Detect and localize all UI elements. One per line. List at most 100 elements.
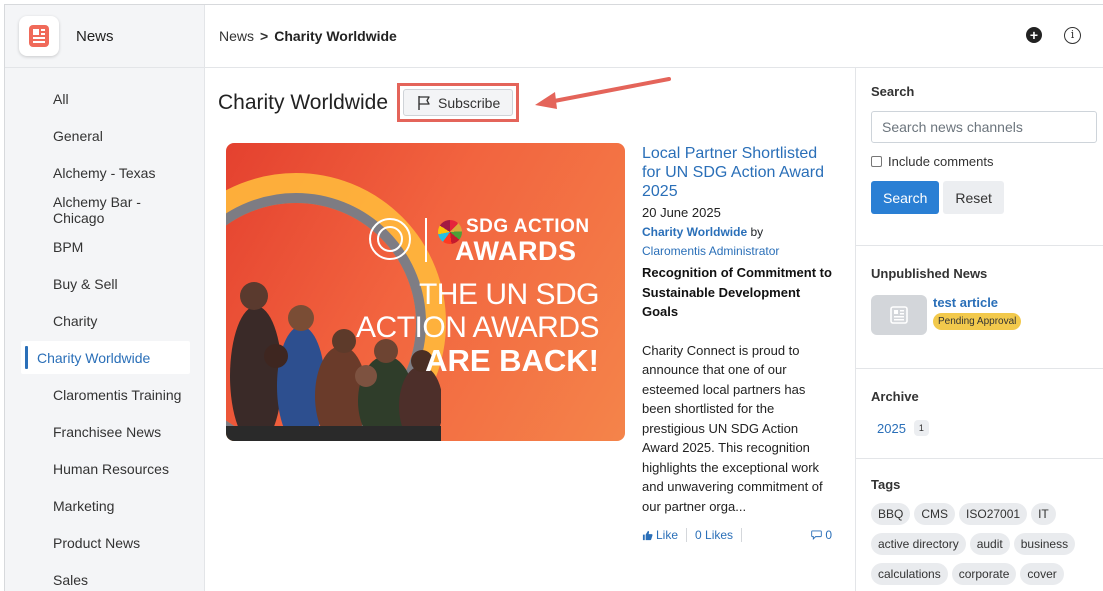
sidebar-item-product-news[interactable]: Product News xyxy=(21,524,190,561)
tag-cover[interactable]: cover xyxy=(1020,563,1064,585)
archive-item: 2025 1 xyxy=(871,420,1103,436)
tag-calculations[interactable]: calculations xyxy=(871,563,948,585)
comments-button[interactable]: 0 xyxy=(811,528,832,542)
sidebar-item-marketing[interactable]: Marketing xyxy=(21,487,190,524)
sidebar-item-general[interactable]: General xyxy=(21,117,190,154)
tag-corporate[interactable]: corporate xyxy=(951,563,1017,585)
sidebar-item-human-resources[interactable]: Human Resources xyxy=(21,450,190,487)
tag-list: BBQ CMS ISO27001 IT active directory aud… xyxy=(871,503,1096,585)
archive-title: Archive xyxy=(871,389,919,404)
news-app-icon[interactable] xyxy=(19,16,59,56)
sidebar-item-franchisee-news[interactable]: Franchisee News xyxy=(21,413,190,450)
hero-headline-line3: ARE BACK! xyxy=(425,343,599,378)
topbar-actions: + i xyxy=(1026,27,1081,44)
include-comments-label: Include comments xyxy=(888,154,994,169)
annotation-arrow-icon xyxy=(535,77,671,109)
article-author-link[interactable]: Claromentis Administrator xyxy=(642,244,779,258)
sidebar-item-label: General xyxy=(53,127,103,144)
subscribe-button[interactable]: Subscribe xyxy=(403,89,514,116)
article-card: Local Partner Shortlisted for UN SDG Act… xyxy=(642,144,832,542)
article-channel-link[interactable]: Charity Worldwide xyxy=(642,225,747,239)
tag-audit[interactable]: audit xyxy=(969,533,1010,555)
article-hero-image[interactable]: SDG ACTION AWARDS THE UN SDG ACTION AWAR… xyxy=(226,143,625,441)
include-comments-checkbox[interactable] xyxy=(871,156,882,167)
sidebar-item-alchemy-texas[interactable]: Alchemy - Texas xyxy=(21,154,190,191)
unpublished-section: Unpublished News test article Pending Ap… xyxy=(856,246,1103,369)
unpublished-article-link[interactable]: test article xyxy=(933,295,1021,310)
sidebar-item-label: Sales xyxy=(53,571,89,588)
sidebar-item-charity[interactable]: Charity xyxy=(21,302,190,339)
action-divider xyxy=(686,528,688,542)
page-title: Charity Worldwide xyxy=(218,90,388,114)
archive-count-badge: 1 xyxy=(913,420,929,436)
main-content: Charity Worldwide Subscribe SDG ACTION A… xyxy=(205,68,855,591)
hero-headline-line2: ACTION AWARDS xyxy=(356,311,599,344)
info-icon[interactable]: i xyxy=(1064,27,1081,44)
sidebar-item-charity-worldwide[interactable]: Charity Worldwide xyxy=(21,341,190,374)
article-title[interactable]: Local Partner Shortlisted for UN SDG Act… xyxy=(642,144,832,201)
topbar: News > Charity Worldwide + i xyxy=(205,5,1103,68)
article-excerpt: Charity Connect is proud to announce tha… xyxy=(642,342,823,514)
unpublished-item: test article Pending Approval xyxy=(871,295,1103,335)
newspaper-icon xyxy=(890,306,908,324)
breadcrumb-root[interactable]: News xyxy=(219,28,254,44)
article-actions: Like 0 Likes 0 xyxy=(642,528,832,542)
sidebar-item-claromentis-training[interactable]: Claromentis Training xyxy=(21,376,190,413)
sidebar-item-alchemy-bar-chicago[interactable]: Alchemy Bar - Chicago xyxy=(21,191,190,228)
comments-count: 0 xyxy=(825,528,832,542)
tag-business[interactable]: business xyxy=(1013,533,1076,555)
search-button[interactable]: Search xyxy=(871,181,940,214)
status-badge: Pending Approval xyxy=(933,313,1022,330)
search-title: Search xyxy=(871,84,915,99)
sidebar-item-label: All xyxy=(53,90,69,107)
search-buttons: Search Reset xyxy=(871,181,1103,214)
sidebar-item-buy-sell[interactable]: Buy & Sell xyxy=(21,265,190,302)
sidebar-item-sales[interactable]: Sales xyxy=(21,561,190,591)
comment-icon xyxy=(811,530,823,540)
tag-bbq[interactable]: BBQ xyxy=(871,503,911,525)
tags-title: Tags xyxy=(871,477,901,492)
tag-it[interactable]: IT xyxy=(1031,503,1056,525)
sidebar-item-label: Franchisee News xyxy=(53,423,162,440)
reset-button[interactable]: Reset xyxy=(943,181,1004,214)
like-button[interactable]: Like xyxy=(642,528,678,542)
tag-cms[interactable]: CMS xyxy=(914,503,956,525)
search-section: Search Include comments Search Reset xyxy=(856,68,1103,246)
sidebar-item-label: Buy & Sell xyxy=(53,275,118,292)
app-title: News xyxy=(76,27,114,45)
hero-headline-line1: THE UN SDG xyxy=(418,278,600,311)
logo-divider xyxy=(425,218,427,262)
un-logo-icon xyxy=(369,218,411,260)
tag-iso27001[interactable]: ISO27001 xyxy=(959,503,1028,525)
sidebar-item-label: BPM xyxy=(53,238,84,255)
sidebar-item-label: Marketing xyxy=(53,497,115,514)
tags-section: Tags BBQ CMS ISO27001 IT active director… xyxy=(856,459,1103,585)
sidebar-item-bpm[interactable]: BPM xyxy=(21,228,190,265)
title-row: Charity Worldwide Subscribe xyxy=(218,83,520,122)
channel-nav: All General Alchemy - Texas Alchemy Bar … xyxy=(5,68,204,591)
article-subtitle: Recognition of Commitment to Sustainable… xyxy=(642,265,832,319)
subscribe-highlight: Subscribe xyxy=(397,83,520,122)
app-window: News All General Alchemy - Texas Alchemy… xyxy=(4,4,1103,591)
breadcrumb-separator: > xyxy=(260,28,269,44)
right-panel: Search Include comments Search Reset Unp… xyxy=(855,68,1103,591)
include-comments-row[interactable]: Include comments xyxy=(871,154,1103,169)
flag-icon xyxy=(418,95,430,110)
breadcrumb: News > Charity Worldwide xyxy=(219,28,397,44)
sidebar-item-label: Alchemy Bar - Chicago xyxy=(53,193,141,226)
sidebar-item-all[interactable]: All xyxy=(21,80,190,117)
tag-active-directory[interactable]: active directory xyxy=(871,533,966,555)
search-input[interactable] xyxy=(871,111,1097,143)
sidebar-item-label: Human Resources xyxy=(53,460,169,477)
article-thumbnail[interactable] xyxy=(871,295,927,335)
sidebar: News All General Alchemy - Texas Alchemy… xyxy=(5,5,205,591)
likes-count[interactable]: 0 Likes xyxy=(695,528,733,542)
hero-sdg-line2: AWARDS xyxy=(455,236,577,266)
action-divider xyxy=(741,528,743,542)
sidebar-item-label: Charity Worldwide xyxy=(37,349,151,366)
sidebar-item-label: Claromentis Training xyxy=(53,386,182,403)
add-icon[interactable]: + xyxy=(1026,27,1042,43)
article-date: 20 June 2025 xyxy=(642,205,721,220)
hero-sdg-line1: SDG ACTION xyxy=(466,216,590,237)
archive-year-link[interactable]: 2025 xyxy=(877,421,906,436)
